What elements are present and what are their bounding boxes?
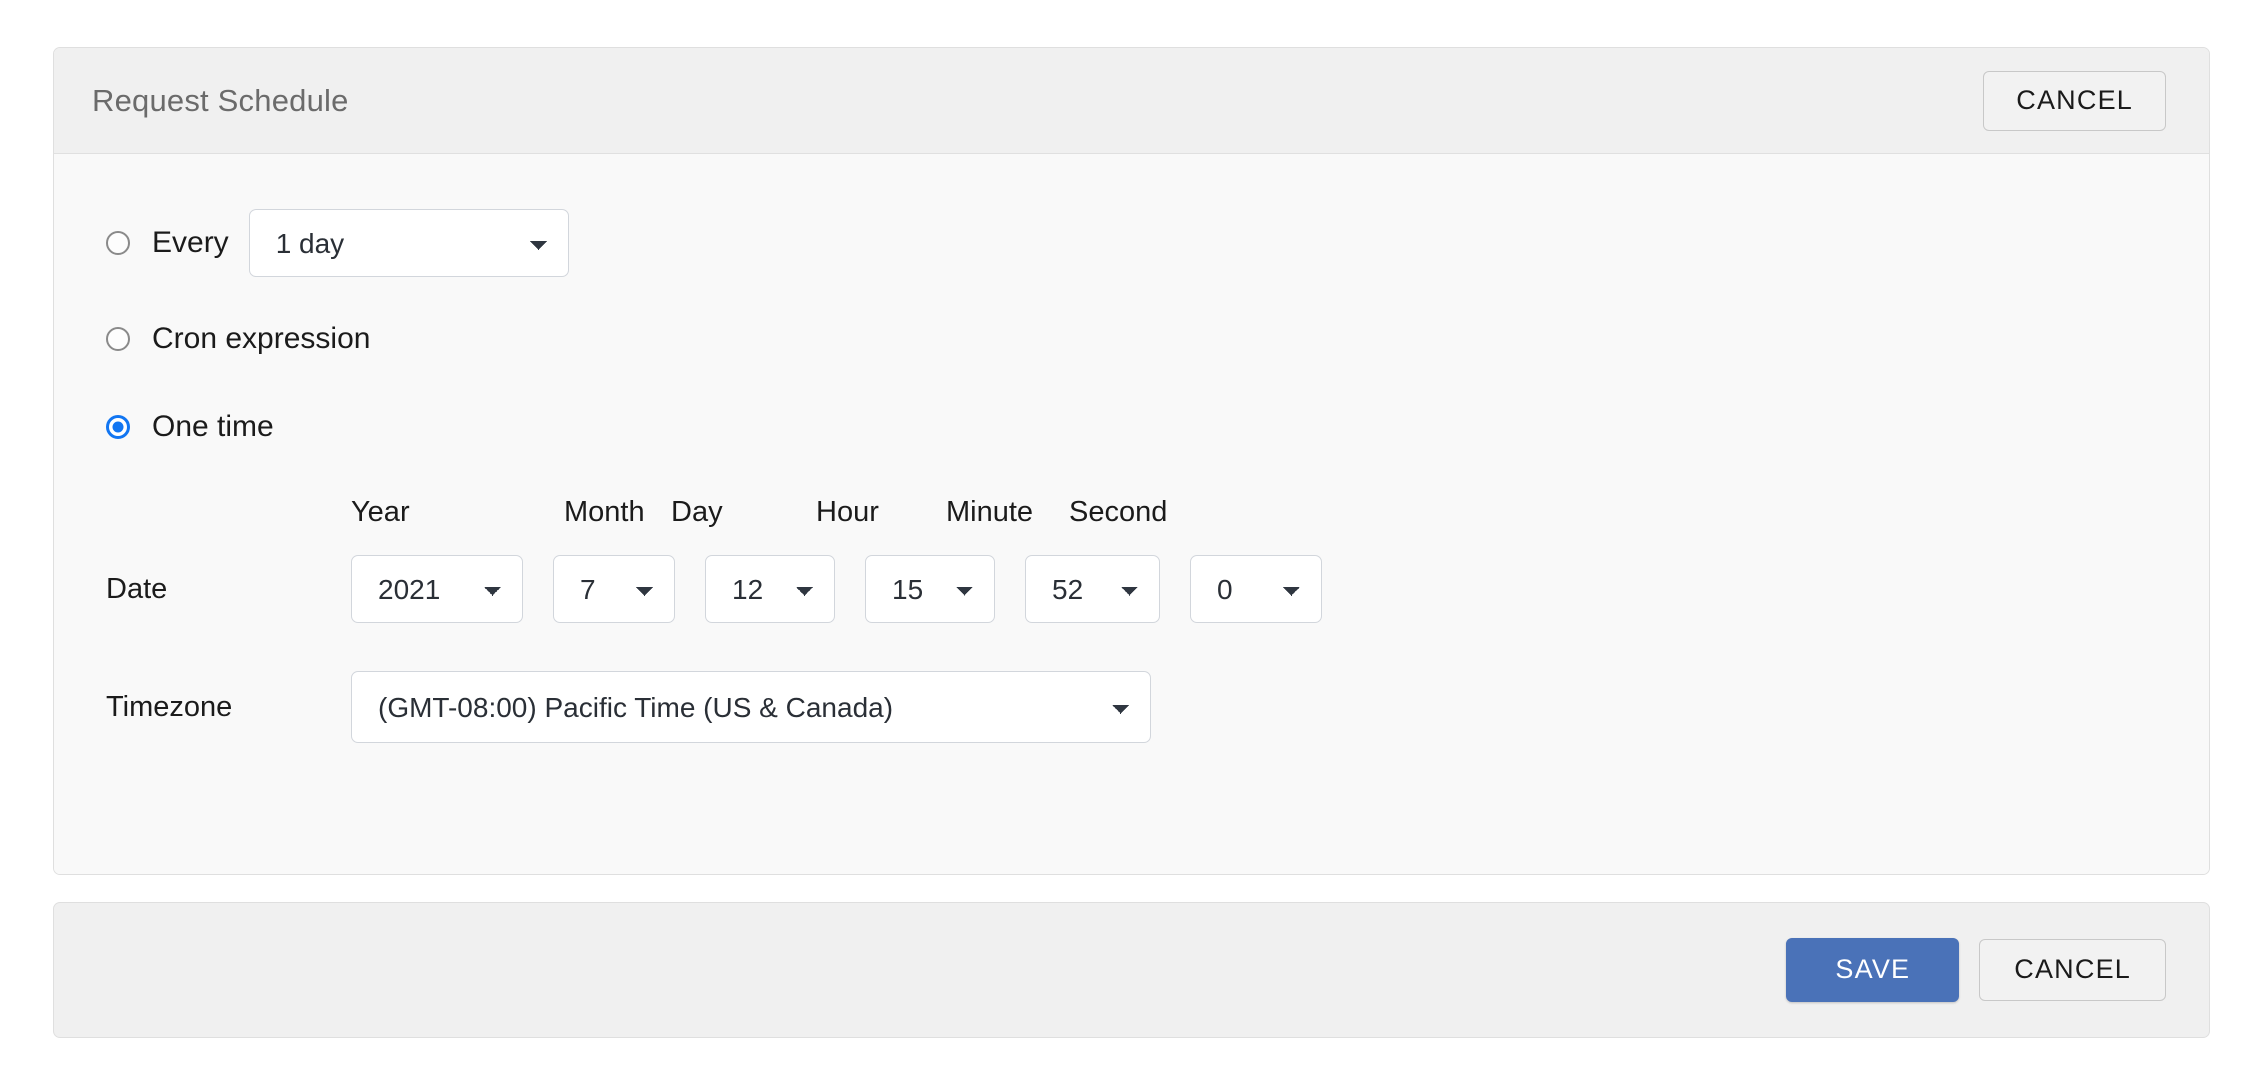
column-header-minute: Minute <box>946 496 1034 528</box>
page-title: Request Schedule <box>92 82 349 118</box>
radio-every[interactable] <box>106 231 130 255</box>
schedule-option-every[interactable]: Every 1 day <box>106 209 2169 277</box>
column-header-hour: Hour <box>816 496 879 528</box>
radio-cron-expression-label: Cron expression <box>152 322 371 355</box>
one-time-date-section: Year Month Day Hour Minute Second Date 2… <box>106 475 2169 743</box>
radio-cron-expression[interactable] <box>106 327 130 351</box>
schedule-dialog-page: Request Schedule CANCEL Every 1 day Cron… <box>0 0 2256 1084</box>
date-field-row: Date 2021 7 12 15 52 0 <box>106 555 2169 623</box>
column-header-year: Year <box>351 496 410 528</box>
timezone-row-label: Timezone <box>106 690 233 723</box>
second-select[interactable]: 0 <box>1190 555 1322 623</box>
footer-cancel-button[interactable]: CANCEL <box>1979 939 2166 1001</box>
schedule-option-cron[interactable]: Cron expression <box>106 313 2169 365</box>
timezone-field-row: Timezone (GMT-08:00) Pacific Time (US & … <box>106 671 2169 743</box>
column-header-month: Month <box>564 496 645 528</box>
dialog-footer: SAVE CANCEL <box>53 902 2210 1038</box>
column-header-day: Day <box>671 496 723 528</box>
request-schedule-dialog: Request Schedule CANCEL Every 1 day Cron… <box>53 47 2210 875</box>
schedule-option-one-time[interactable]: One time <box>106 401 2169 453</box>
dialog-header: Request Schedule CANCEL <box>54 48 2209 154</box>
hour-select[interactable]: 15 <box>865 555 995 623</box>
column-header-second: Second <box>1069 496 1168 528</box>
radio-every-label: Every <box>152 226 229 259</box>
date-selects-group: 2021 7 12 15 52 0 <box>351 555 1322 623</box>
radio-one-time[interactable] <box>106 415 130 439</box>
day-select[interactable]: 12 <box>705 555 835 623</box>
dialog-body: Every 1 day Cron expression One time Yea… <box>54 154 2209 874</box>
month-select[interactable]: 7 <box>553 555 675 623</box>
radio-one-time-label: One time <box>152 410 274 443</box>
year-select[interactable]: 2021 <box>351 555 523 623</box>
minute-select[interactable]: 52 <box>1025 555 1160 623</box>
save-button[interactable]: SAVE <box>1786 938 1960 1002</box>
timezone-select[interactable]: (GMT-08:00) Pacific Time (US & Canada) <box>351 671 1151 743</box>
header-cancel-button[interactable]: CANCEL <box>1983 70 2166 131</box>
date-column-headers: Year Month Day Hour Minute Second <box>351 475 2169 527</box>
every-interval-select[interactable]: 1 day <box>248 209 569 277</box>
date-row-label: Date <box>106 572 168 605</box>
